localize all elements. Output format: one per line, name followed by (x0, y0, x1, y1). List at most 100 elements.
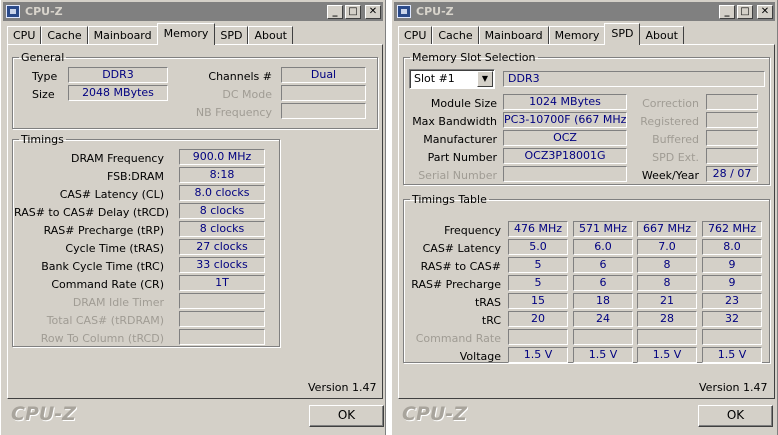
timing-value (179, 311, 265, 327)
timings-table-cell: 667 MHz (637, 221, 697, 237)
size-label: Size (32, 88, 55, 101)
timing-value: 27 clocks (179, 239, 265, 255)
tab-spd[interactable]: SPD (604, 23, 641, 45)
memory-panel: General Type DDR3 Size 2048 MBytes Chann… (7, 44, 383, 399)
manufacturer-label: Manufacturer (423, 133, 497, 146)
timing-label: Bank Cycle Time (tRC) (41, 260, 164, 273)
general-legend: General (21, 51, 65, 64)
slot-select[interactable]: Slot #1 ▼ (409, 69, 495, 89)
timings-table-cell: 1.5 V (573, 347, 633, 363)
timings-table-cell: 7.0 (637, 239, 697, 255)
timing-label: Row To Column (tRCD) (40, 332, 164, 345)
week-year-label: Week/Year (641, 169, 699, 182)
maximize-icon[interactable]: □ (345, 4, 361, 19)
timings-table-cell: 5 (508, 257, 568, 273)
max-bandwidth-label: Max Bandwidth (412, 115, 497, 128)
ok-button[interactable]: OK (309, 405, 384, 427)
close-icon[interactable]: ✕ (365, 4, 381, 19)
channels-value: Dual (281, 67, 366, 83)
cpuz-brand-logo: CPU-Z (11, 403, 76, 425)
timings-table-label: RAS# to CAS# (420, 260, 501, 273)
timings-table-cell (637, 329, 697, 345)
tab-cpu[interactable]: CPU (7, 26, 42, 45)
ok-button[interactable]: OK (698, 405, 773, 427)
chevron-down-icon[interactable]: ▼ (477, 71, 493, 87)
timing-label: Total CAS# (tRDRAM) (46, 314, 164, 327)
tab-about[interactable]: About (639, 26, 684, 45)
timing-label: Cycle Time (tRAS) (65, 242, 164, 255)
nb-frequency-value (281, 103, 366, 119)
timing-label: FSB:DRAM (106, 170, 164, 183)
tab-spd[interactable]: SPD (214, 26, 249, 45)
timings-table-cell: 5.0 (508, 239, 568, 255)
timings-table-cell: 476 MHz (508, 221, 568, 237)
timings-table-cell (702, 329, 762, 345)
version-label: Version 1.47 (308, 381, 377, 394)
timings-table-label: CAS# Latency (422, 242, 501, 255)
slot-select-value: Slot #1 (414, 72, 455, 85)
timings-table-cell: 1.5 V (702, 347, 762, 363)
close-icon[interactable]: ✕ (757, 4, 773, 19)
timings-table-label: tRC (481, 314, 501, 327)
buffered-value (706, 130, 758, 146)
timings-table-cell: 32 (702, 311, 762, 327)
title-bar[interactable]: CPU-Z _ □ ✕ (3, 2, 383, 21)
channels-label: Channels # (208, 70, 272, 83)
spd-panel: Memory Slot Selection Slot #1 ▼ DDR3 Mod… (398, 44, 775, 399)
timing-label: DRAM Idle Timer (72, 296, 164, 309)
manufacturer-value: OCZ (503, 130, 627, 146)
tab-cache[interactable]: Cache (41, 26, 88, 45)
version-label: Version 1.47 (699, 381, 768, 394)
timing-value (179, 293, 265, 309)
timing-value: 8.0 clocks (179, 185, 265, 201)
timings-table-cell: 1.5 V (508, 347, 568, 363)
minimize-icon[interactable]: _ (327, 4, 343, 19)
timings-table-label: Command Rate (415, 332, 501, 345)
timings-table-cell: 6 (573, 257, 633, 273)
dc-mode-label: DC Mode (222, 88, 272, 101)
minimize-icon[interactable]: _ (719, 4, 735, 19)
timings-table-cell: 20 (508, 311, 568, 327)
timings-table-cell: 571 MHz (573, 221, 633, 237)
size-value: 2048 MBytes (68, 85, 168, 101)
timing-label: RAS# Precharge (tRP) (43, 224, 164, 237)
app-icon (397, 5, 411, 18)
max-bandwidth-value: PC3-10700F (667 MHz) (503, 112, 627, 128)
tab-memory[interactable]: Memory (156, 23, 216, 45)
timings-table-cell: 15 (508, 293, 568, 309)
correction-label: Correction (642, 97, 699, 110)
maximize-icon[interactable]: □ (737, 4, 753, 19)
timings-table-cell: 5 (508, 275, 568, 291)
tab-bar: CPU Cache Mainboard Memory SPD About (398, 23, 684, 45)
tab-mainboard[interactable]: Mainboard (87, 26, 158, 45)
nb-frequency-label: NB Frequency (195, 106, 272, 119)
title-bar[interactable]: CPU-Z _ □ ✕ (394, 2, 775, 21)
week-year-value: 28 / 07 (706, 166, 758, 182)
type-label: Type (32, 70, 58, 83)
tab-memory[interactable]: Memory (548, 26, 606, 45)
correction-value (706, 94, 758, 110)
module-size-label: Module Size (430, 97, 497, 110)
tab-bar: CPU Cache Mainboard Memory SPD About (7, 23, 293, 45)
memory-window: CPU-Z _ □ ✕ CPU Cache Mainboard Memory S… (0, 0, 386, 435)
cpuz-brand-logo: CPU-Z (402, 403, 467, 425)
timing-value: 33 clocks (179, 257, 265, 273)
app-icon (6, 5, 20, 18)
timing-value: 8 clocks (179, 221, 265, 237)
timings-table-cell: 28 (637, 311, 697, 327)
serial-number-label: Serial Number (418, 169, 497, 182)
part-number-label: Part Number (427, 151, 497, 164)
buffered-label: Buffered (652, 133, 699, 146)
timings-table-label: tRAS (474, 296, 501, 309)
module-size-value: 1024 MBytes (503, 94, 627, 110)
timings-table-label: Voltage (459, 350, 501, 363)
tab-cpu[interactable]: CPU (398, 26, 433, 45)
timing-label: CAS# Latency (CL) (59, 188, 164, 201)
timings-legend: Timings (21, 133, 64, 146)
tab-cache[interactable]: Cache (432, 26, 479, 45)
timing-value (179, 329, 265, 345)
tab-mainboard[interactable]: Mainboard (478, 26, 549, 45)
timings-table-cell (573, 329, 633, 345)
tab-about[interactable]: About (248, 26, 293, 45)
registered-value (706, 112, 758, 128)
